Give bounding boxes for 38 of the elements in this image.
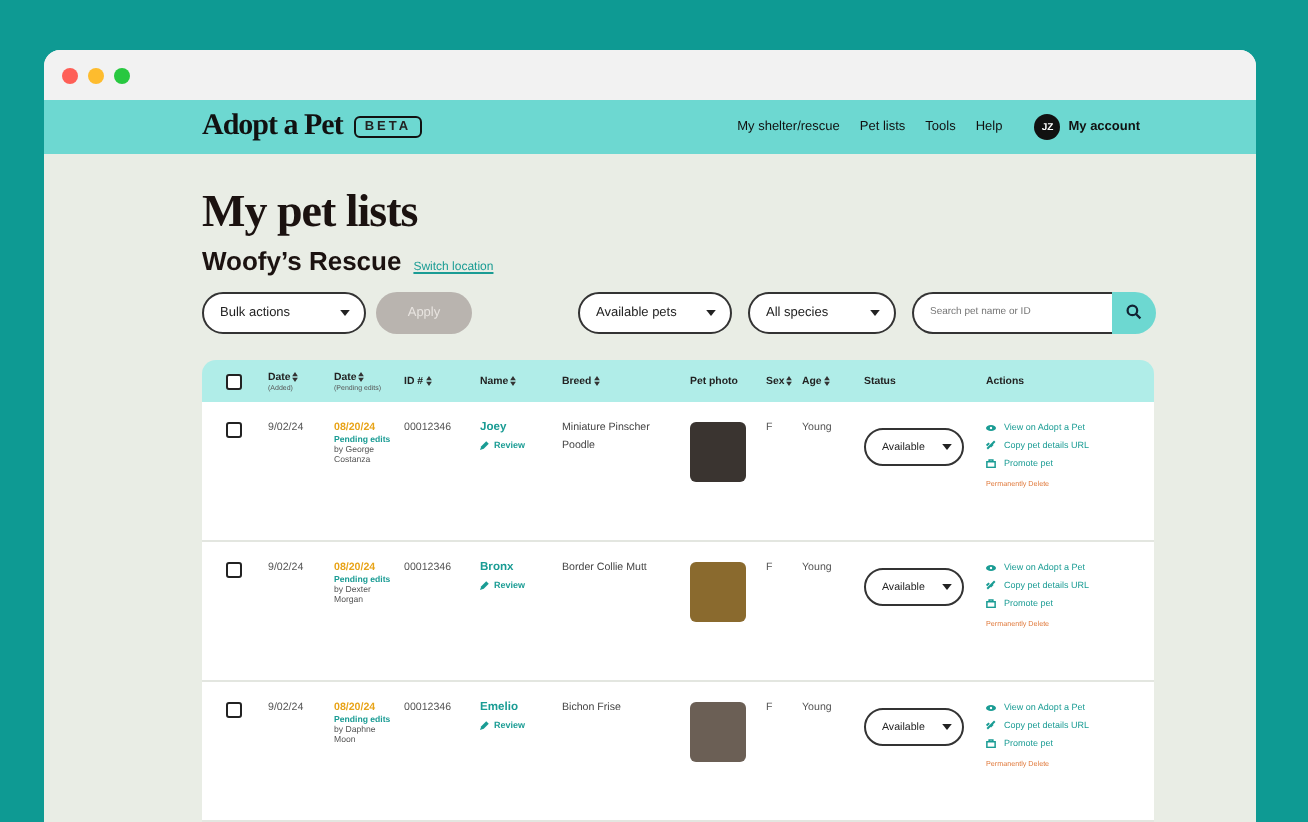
photo-placeholder [690, 702, 746, 762]
link-icon [986, 720, 996, 730]
page-title: My pet lists [202, 184, 420, 240]
photo-placeholder [690, 562, 746, 622]
sort-icon[interactable] [292, 372, 299, 382]
sort-icon[interactable] [823, 376, 830, 386]
row-checkbox[interactable] [226, 562, 242, 578]
logo[interactable]: Adopt a Pet [202, 110, 343, 144]
link-icon [986, 440, 996, 450]
row-checkbox[interactable] [226, 702, 242, 718]
pencil-icon [480, 720, 490, 730]
eye-icon [986, 423, 996, 431]
pencil-icon [480, 580, 490, 590]
link-icon [986, 580, 996, 590]
caret-icon [706, 309, 716, 315]
bag-icon [986, 458, 996, 468]
bag-icon [986, 598, 996, 608]
close-icon[interactable] [62, 67, 78, 83]
sort-icon[interactable] [593, 376, 600, 386]
row-checkbox[interactable] [226, 422, 242, 438]
caret-icon [942, 584, 952, 590]
sort-icon[interactable] [425, 376, 432, 386]
caret-icon [942, 724, 952, 730]
eye-icon [986, 703, 996, 711]
location-name: Woofy’s Rescue [202, 246, 402, 276]
search-icon [1126, 304, 1142, 320]
sort-icon[interactable] [786, 376, 793, 386]
sort-icon[interactable] [510, 376, 517, 386]
caret-icon [942, 444, 952, 450]
caret-icon [340, 309, 350, 315]
search-button[interactable] [1112, 291, 1156, 333]
caret-icon [870, 309, 880, 315]
photo-placeholder [690, 422, 746, 482]
pencil-icon [480, 440, 490, 450]
select-all-checkbox[interactable] [226, 373, 242, 389]
eye-icon [986, 563, 996, 571]
sort-icon[interactable] [358, 372, 365, 382]
bag-icon [986, 738, 996, 748]
